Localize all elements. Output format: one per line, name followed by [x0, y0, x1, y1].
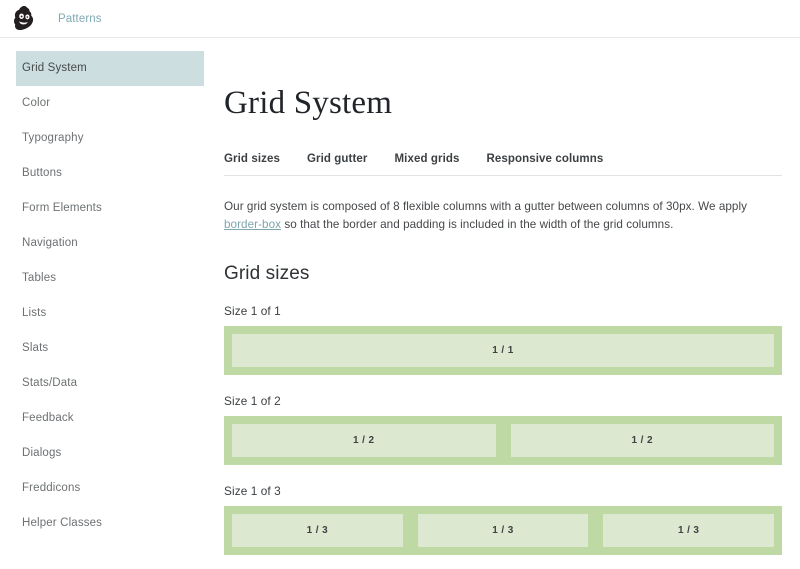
grid-demo-1-of-3: 1 / 3 1 / 3 1 / 3: [224, 506, 782, 555]
grid-gutter: [403, 514, 418, 547]
body-wrapper: Grid System Color Typography Buttons For…: [0, 38, 800, 569]
sidebar-item-freddicons[interactable]: Freddicons: [0, 471, 204, 506]
grid-cell: 1 / 1: [232, 334, 774, 367]
demo-label-size-1-of-2: Size 1 of 2: [224, 394, 281, 408]
grid-cell: 1 / 3: [603, 514, 775, 547]
tab-responsive-columns[interactable]: Responsive columns: [487, 153, 604, 165]
section-title-grid-sizes: Grid sizes: [224, 263, 310, 284]
sidebar-item-dialogs[interactable]: Dialogs: [0, 436, 204, 471]
intro-paragraph: Our grid system is composed of 8 flexibl…: [224, 198, 782, 233]
top-header: Patterns: [0, 0, 800, 38]
grid-gutter: [588, 514, 603, 547]
tab-mixed-grids[interactable]: Mixed grids: [394, 153, 459, 165]
grid-cell: 1 / 3: [417, 514, 589, 547]
demo-label-size-1-of-1: Size 1 of 1: [224, 304, 281, 318]
sidebar-nav: Grid System Color Typography Buttons For…: [0, 38, 204, 569]
sidebar-item-slats[interactable]: Slats: [0, 331, 204, 366]
sidebar-item-stats-data[interactable]: Stats/Data: [0, 366, 204, 401]
sidebar-item-helper-classes[interactable]: Helper Classes: [0, 506, 204, 541]
border-box-link[interactable]: border-box: [224, 218, 281, 231]
intro-text-after: so that the border and padding is includ…: [281, 217, 674, 231]
tab-grid-sizes[interactable]: Grid sizes: [224, 153, 280, 165]
sidebar-item-tables[interactable]: Tables: [0, 261, 204, 296]
sidebar-item-grid-system[interactable]: Grid System: [16, 51, 204, 86]
grid-cell: 1 / 2: [510, 424, 774, 457]
grid-gutter: [496, 424, 511, 457]
grid-cell: 1 / 3: [232, 514, 403, 547]
grid-cell: 1 / 2: [232, 424, 496, 457]
sidebar-item-typography[interactable]: Typography: [0, 121, 204, 156]
tab-grid-gutter[interactable]: Grid gutter: [307, 153, 368, 165]
sidebar-item-lists[interactable]: Lists: [0, 296, 204, 331]
main-content: Grid System Grid sizes Grid gutter Mixed…: [204, 38, 800, 569]
page-title: Grid System: [224, 85, 393, 121]
intro-text-before: Our grid system is composed of 8 flexibl…: [224, 200, 748, 213]
demo-label-size-1-of-3: Size 1 of 3: [224, 484, 281, 498]
grid-demo-1-of-1: 1 / 1: [224, 326, 782, 375]
grid-demo-1-of-2: 1 / 2 1 / 2: [224, 416, 782, 465]
sidebar-item-color[interactable]: Color: [0, 86, 204, 121]
section-tabs: Grid sizes Grid gutter Mixed grids Respo…: [224, 153, 782, 176]
patterns-link[interactable]: Patterns: [58, 13, 102, 25]
sidebar-item-feedback[interactable]: Feedback: [0, 401, 204, 436]
mailchimp-freddie-icon[interactable]: [9, 4, 39, 34]
sidebar-item-form-elements[interactable]: Form Elements: [0, 191, 204, 226]
sidebar-item-navigation[interactable]: Navigation: [0, 226, 204, 261]
sidebar-item-buttons[interactable]: Buttons: [0, 156, 204, 191]
